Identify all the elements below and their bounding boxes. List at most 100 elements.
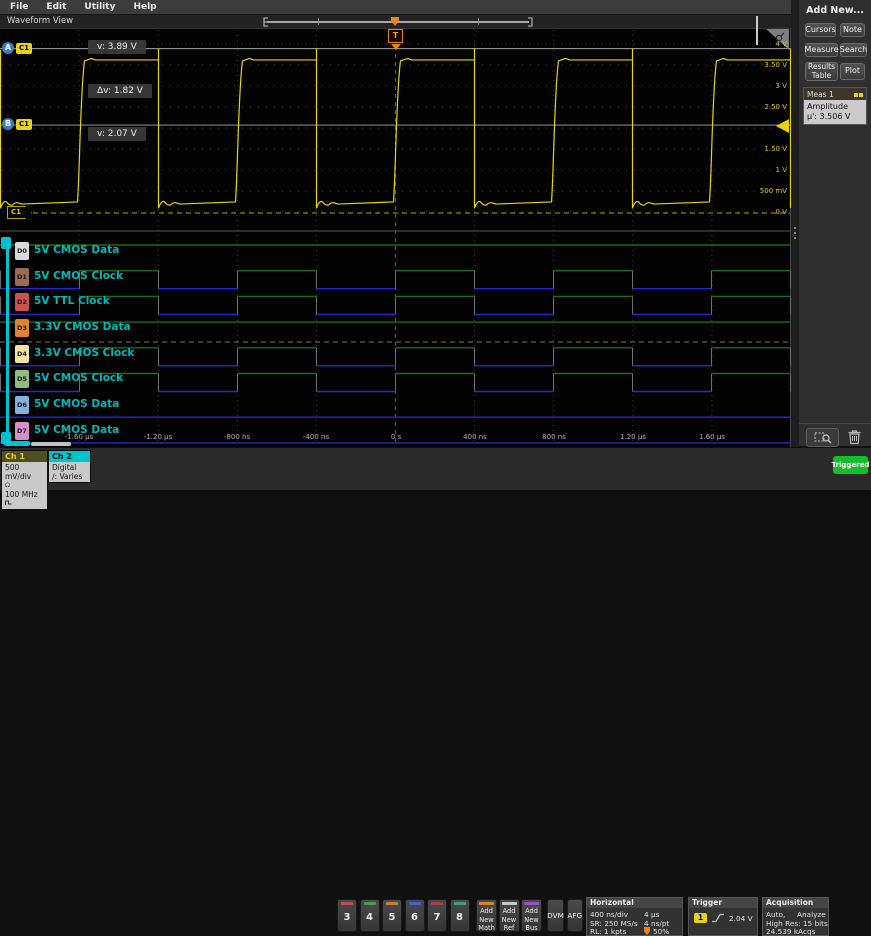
search-button[interactable]: Search bbox=[840, 43, 867, 57]
channel1-badge[interactable]: Ch 1 500 mV/div Ω 100 MHz bbox=[1, 450, 48, 510]
splitter-dot bbox=[794, 232, 796, 234]
scrollbar-tab-cyan[interactable] bbox=[4, 441, 30, 446]
d5-badge[interactable]: D5 bbox=[15, 370, 29, 388]
channel1-badge-title: Ch 1 bbox=[2, 451, 47, 462]
d0-badge[interactable]: D0 bbox=[15, 242, 29, 260]
time-label: 800 ns bbox=[542, 433, 566, 441]
settings-bar: Ch 1 500 mV/div Ω 100 MHz Ch 2 Digital ∕… bbox=[0, 447, 871, 490]
time-label: 1.60 µs bbox=[699, 433, 725, 441]
digital-row-d1: D1 5V CMOS Clock bbox=[0, 266, 791, 291]
ref-stripe bbox=[502, 902, 517, 905]
d6-badge[interactable]: D6 bbox=[15, 396, 29, 414]
channel2-badge[interactable]: Ch 2 Digital ∕: Varies bbox=[48, 450, 91, 483]
channel8-stripe bbox=[454, 902, 466, 905]
view-header-strip: Waveform View bbox=[0, 15, 791, 29]
acquisition-panel[interactable]: Acquisition Auto, Analyze High Res: 15 b… bbox=[762, 897, 829, 936]
note-button[interactable]: Note bbox=[840, 23, 865, 37]
v-axis-label: 3.50 V bbox=[764, 61, 787, 69]
rising-slope-icon bbox=[711, 913, 725, 923]
digital-row-d5: D5 5V CMOS Clock bbox=[0, 368, 791, 393]
cursors-button[interactable]: Cursors bbox=[805, 23, 836, 37]
trash-button[interactable] bbox=[845, 428, 863, 445]
trigger-panel[interactable]: Trigger 1 2.04 V bbox=[688, 897, 758, 936]
channel2-mode: Digital bbox=[52, 463, 87, 472]
zoom-mode-button[interactable] bbox=[806, 428, 839, 447]
v-axis-label: 3 V bbox=[776, 82, 787, 90]
measure-button[interactable]: Measure bbox=[805, 43, 838, 57]
channel5-label: 5 bbox=[383, 912, 401, 923]
channel5-stripe bbox=[386, 902, 398, 905]
overview-tick bbox=[318, 18, 319, 25]
trigger-level-arrow[interactable] bbox=[776, 119, 789, 133]
channel7-button[interactable]: 7 bbox=[427, 899, 447, 932]
measurement-value: µ': 3.506 V bbox=[807, 112, 863, 122]
cursor-a-channel-tag: C1 bbox=[16, 43, 32, 54]
view-title: Waveform View bbox=[7, 16, 73, 26]
time-label: -400 ns bbox=[303, 433, 329, 441]
scrollbar-tab-gray[interactable] bbox=[31, 442, 71, 446]
channel8-button[interactable]: 8 bbox=[450, 899, 470, 932]
panel-splitter[interactable] bbox=[791, 0, 799, 447]
trigger-source-badge: 1 bbox=[694, 913, 707, 923]
channel3-button[interactable]: 3 bbox=[337, 899, 357, 932]
overview-tick bbox=[478, 18, 479, 25]
afg-button[interactable]: AFG bbox=[567, 899, 584, 932]
trigger-flag[interactable]: T bbox=[388, 29, 403, 43]
digital-row-d2: D2 5V TTL Clock bbox=[0, 291, 791, 316]
time-label: -1.20 µs bbox=[144, 433, 172, 441]
v-axis-label: 1 V bbox=[776, 166, 787, 174]
d0-label: 5V CMOS Data bbox=[34, 244, 119, 256]
channel7-label: 7 bbox=[428, 912, 446, 923]
v-axis-label: 0 V bbox=[776, 208, 787, 216]
channel6-button[interactable]: 6 bbox=[405, 899, 425, 932]
h-position: 50% bbox=[653, 927, 669, 936]
channel5-button[interactable]: 5 bbox=[382, 899, 402, 932]
cursor-b-channel-tag: C1 bbox=[16, 119, 32, 130]
trigger-flag-tail bbox=[391, 44, 401, 50]
menu-bar: File Edit Utility Help bbox=[0, 0, 791, 15]
v-axis-label: 2.50 V bbox=[764, 103, 787, 111]
channel4-button[interactable]: 4 bbox=[360, 899, 380, 932]
d7-badge[interactable]: D7 bbox=[15, 422, 29, 440]
add-new-math-button[interactable]: Add New Math bbox=[476, 899, 497, 932]
dvm-button[interactable]: DVM bbox=[547, 899, 564, 932]
channel4-label: 4 bbox=[361, 912, 379, 923]
d5-label: 5V CMOS Clock bbox=[34, 372, 123, 384]
horizontal-panel[interactable]: Horizontal 400 ns/div 4 µs SR: 250 MS/s … bbox=[586, 897, 683, 936]
digital-group-handle-top[interactable] bbox=[1, 237, 11, 249]
menu-file[interactable]: File bbox=[10, 2, 28, 12]
measurement-title: Meas 1 bbox=[807, 90, 834, 99]
menu-edit[interactable]: Edit bbox=[46, 2, 66, 12]
results-table-button[interactable]: Results Table bbox=[805, 62, 838, 81]
v-axis-label: 1.50 V bbox=[764, 145, 787, 153]
channel8-label: 8 bbox=[451, 912, 469, 923]
measurement-badge-header: Meas 1 bbox=[804, 88, 866, 100]
cursor-a-badge-group[interactable]: A C1 bbox=[2, 42, 32, 54]
bus-stripe bbox=[524, 902, 539, 905]
bandwidth-icon bbox=[5, 500, 12, 506]
time-label: -1.60 µs bbox=[65, 433, 93, 441]
plot-button[interactable]: Plot bbox=[840, 63, 865, 80]
d1-badge[interactable]: D1 bbox=[15, 268, 29, 286]
splitter-dot bbox=[794, 227, 796, 229]
digital-group-bar bbox=[6, 237, 9, 446]
cursor-b-readout[interactable]: v: 2.07 V bbox=[88, 127, 146, 141]
cursor-b-badge-group[interactable]: B C1 bbox=[2, 118, 32, 130]
channel6-stripe bbox=[409, 902, 421, 905]
d2-badge[interactable]: D2 bbox=[15, 293, 29, 311]
add-new-bus-button[interactable]: Add New Bus bbox=[521, 899, 542, 932]
add-new-ref-button[interactable]: Add New Ref bbox=[499, 899, 520, 932]
d4-label: 3.3V CMOS Clock bbox=[34, 347, 134, 359]
menu-utility[interactable]: Utility bbox=[84, 2, 115, 12]
d3-badge[interactable]: D3 bbox=[15, 319, 29, 337]
overview-left-bracket bbox=[263, 17, 269, 27]
trigger-status-badge: Triggered bbox=[833, 456, 868, 474]
zoom-box-icon bbox=[814, 431, 832, 444]
d4-badge[interactable]: D4 bbox=[15, 345, 29, 363]
trigger-panel-title: Trigger bbox=[689, 898, 757, 908]
cursor-a-readout[interactable]: v: 3.89 V bbox=[88, 40, 146, 54]
channel2-badge-title: Ch 2 bbox=[49, 451, 90, 462]
v-axis-label: 500 mV bbox=[760, 187, 787, 195]
measurement-badge[interactable]: Meas 1 Amplitude µ': 3.506 V bbox=[803, 87, 867, 125]
menu-help[interactable]: Help bbox=[133, 2, 156, 12]
